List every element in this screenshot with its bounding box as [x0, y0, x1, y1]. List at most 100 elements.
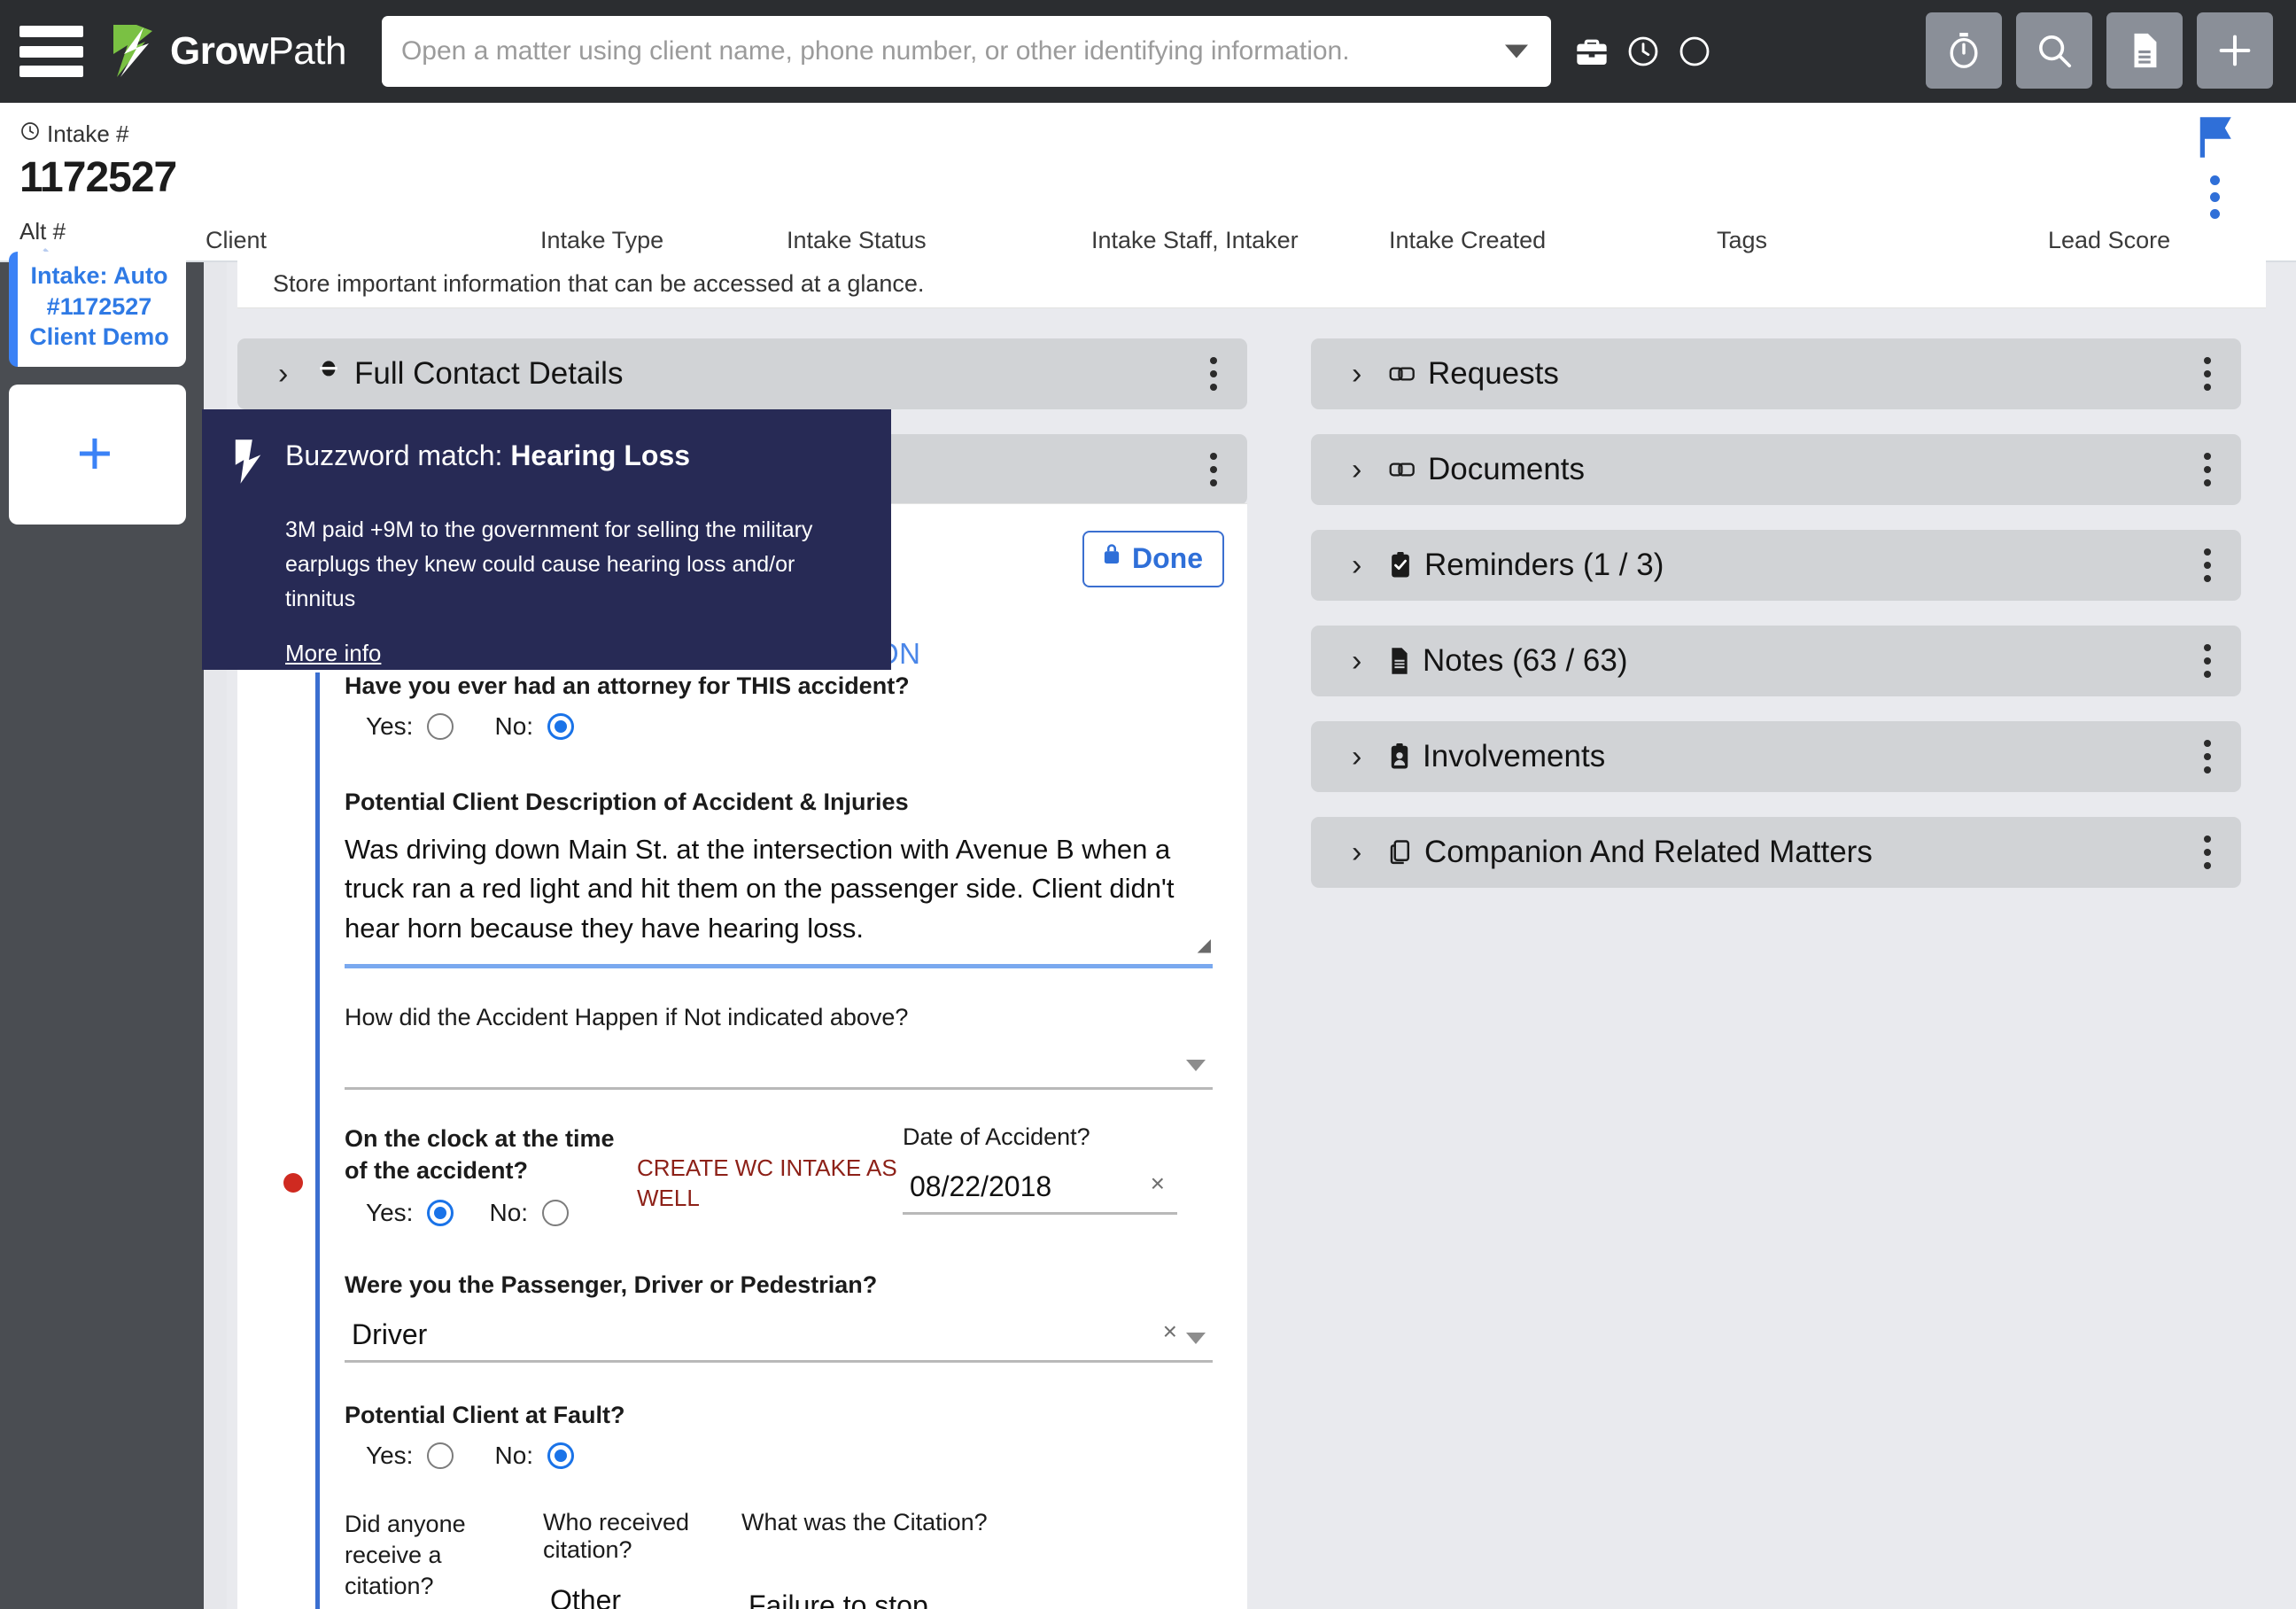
clear-role-icon[interactable]: ×	[1163, 1318, 1177, 1346]
nav-action-buttons	[1926, 12, 2273, 89]
row-citation: Did anyone receive a citation? YES × Who…	[345, 1509, 1229, 1609]
infobar-label-intake-type: Intake Type	[540, 227, 664, 253]
radio-attorney-no[interactable]: No:	[494, 712, 575, 741]
infobar-label-intake-status: Intake Status	[787, 227, 927, 253]
panel-overflow-menu-icon-involvements[interactable]	[2204, 740, 2211, 773]
plus-icon[interactable]	[2197, 12, 2273, 89]
buzzword-tooltip-more-info-link[interactable]: More info	[285, 640, 381, 667]
chevron-right-icon-involvements: ›	[1352, 739, 1362, 773]
radio-onclock-no[interactable]: No:	[489, 1199, 570, 1227]
search-input[interactable]	[381, 16, 1551, 87]
circle-icon[interactable]	[1675, 32, 1714, 71]
label-how-accident-happened: How did the Accident Happen if Not indic…	[345, 1003, 909, 1030]
required-field-indicator	[283, 1173, 303, 1193]
label-client-at-fault: Potential Client at Fault?	[345, 1402, 625, 1429]
panel-documents: › Documents	[1311, 434, 2241, 505]
copy-icon	[1389, 839, 1412, 866]
dropdown-who-citation-value: Other Driver(s)	[550, 1584, 622, 1609]
radio-attorney-yes[interactable]: Yes:	[366, 712, 454, 741]
dropdown-role-value: Driver	[352, 1318, 428, 1351]
stopwatch-icon[interactable]	[1926, 12, 2002, 89]
label-accident-description: Potential Client Description of Accident…	[345, 789, 909, 815]
add-matter-tab-button[interactable]: +	[9, 385, 186, 525]
infobar-label-intake-created: Intake Created	[1389, 227, 1547, 253]
flag-icon[interactable]	[2199, 115, 2236, 164]
label-who-received-citation: Who received citation?	[543, 1509, 690, 1564]
search-dropdown-caret-icon[interactable]	[1504, 44, 1528, 58]
textarea-accident-description[interactable]: Was driving down Main St. at the interse…	[345, 830, 1213, 968]
panel-overflow-menu-icon-requests[interactable]	[2204, 357, 2211, 391]
matter-tab-active[interactable]: Intake: Auto #1172527 Client Demo	[9, 252, 186, 367]
label-on-the-clock: On the clock at the time of the accident…	[345, 1124, 615, 1184]
input-date-of-accident[interactable]: 08/22/2018 ×	[903, 1156, 1177, 1215]
radio-onclock-yes[interactable]: Yes:	[366, 1199, 454, 1227]
panel-header-reminders[interactable]: › Reminders (1 / 3)	[1311, 530, 2241, 601]
panel-header-full-contact-details[interactable]: › Full Contact Details	[237, 338, 1247, 409]
panel-overflow-menu-icon[interactable]	[1210, 357, 1217, 391]
radio-group-attorney: Yes: No:	[366, 712, 1229, 741]
lightning-bolt-icon	[232, 439, 266, 490]
person-badge-icon	[315, 359, 342, 389]
global-search-container[interactable]	[381, 16, 1551, 87]
panel-overflow-menu-icon-secondary[interactable]	[1210, 453, 1217, 486]
textarea-resize-handle-icon[interactable]: ◢	[1198, 933, 1211, 959]
radio-onclock-no-input[interactable]	[542, 1200, 570, 1227]
intake-number-label-row: Intake #	[19, 120, 176, 148]
clear-date-icon[interactable]: ×	[1151, 1170, 1165, 1198]
panel-overflow-menu-icon-notes[interactable]	[2204, 644, 2211, 678]
matter-info-bar: Intake # 1172527 Alt # Client Mr. Client…	[0, 103, 2296, 310]
panel-overflow-menu-icon-reminders[interactable]	[2204, 548, 2211, 582]
chevron-down-icon-role[interactable]	[1186, 1333, 1206, 1345]
chevron-right-icon-notes: ›	[1352, 643, 1362, 678]
field-what-was-citation: What was the Citation? Failure to stop	[741, 1509, 1007, 1609]
radio-attorney-yes-input[interactable]	[427, 713, 454, 740]
panel-overflow-menu-icon-companion[interactable]	[2204, 836, 2211, 869]
chevron-right-icon-companion: ›	[1352, 835, 1362, 869]
radio-fault-no[interactable]: No:	[494, 1442, 575, 1470]
panel-header-requests[interactable]: › Requests	[1311, 338, 2241, 409]
label-passenger-driver-pedestrian: Were you the Passenger, Driver or Pedest…	[345, 1271, 878, 1299]
info-notice-text: Store important information that can be …	[237, 260, 2266, 308]
nav-mini-icon-group	[1572, 32, 1714, 71]
radio-fault-yes-input[interactable]	[427, 1442, 454, 1470]
document-icon[interactable]	[2106, 12, 2183, 89]
radio-onclock-yes-input[interactable]	[427, 1200, 454, 1227]
field-attorney-for-accident: Have you ever had an attorney for THIS a…	[345, 672, 1229, 741]
brand-logo[interactable]: GrowPath	[110, 24, 346, 79]
radio-fault-yes[interactable]: Yes:	[366, 1442, 454, 1470]
clock-icon[interactable]	[1624, 32, 1663, 71]
panel-title-reminders: Reminders (1 / 3)	[1424, 548, 1664, 582]
radio-fault-no-input[interactable]	[547, 1442, 575, 1470]
done-button[interactable]: Done	[1082, 531, 1224, 587]
chevron-down-icon[interactable]	[1186, 1059, 1206, 1071]
lock-icon	[1100, 541, 1123, 575]
buzzword-match-tooltip: Buzzword match: Hearing Loss 3M paid +9M…	[202, 409, 891, 670]
briefcase-icon[interactable]	[1572, 32, 1611, 71]
panel-header-notes[interactable]: › Notes (63 / 63)	[1311, 626, 2241, 696]
alt-number-label: Alt #	[19, 218, 66, 245]
infobar-overflow-menu-icon[interactable]	[2210, 175, 2220, 219]
radio-fault-no-label: No:	[494, 1442, 534, 1470]
label-attorney-for-accident: Have you ever had an attorney for THIS a…	[345, 672, 910, 699]
brand-path: Path	[268, 29, 346, 73]
buzzword-tooltip-header: Buzzword match: Hearing Loss	[232, 439, 852, 490]
done-button-row: Done	[1082, 531, 1224, 587]
panel-header-companion-matters[interactable]: › Companion And Related Matters	[1311, 817, 2241, 888]
chevron-right-icon-documents: ›	[1352, 452, 1362, 486]
panel-title-involvements: Involvements	[1423, 739, 1606, 773]
dropdown-role[interactable]: Driver ×	[345, 1304, 1213, 1364]
top-navigation-bar: GrowPath	[0, 0, 2296, 103]
dropdown-how-accident-happened[interactable]	[345, 1031, 1213, 1090]
panel-overflow-menu-icon-documents[interactable]	[2204, 453, 2211, 486]
radio-attorney-no-input[interactable]	[547, 713, 575, 740]
panel-header-documents[interactable]: › Documents	[1311, 434, 2241, 505]
note-icon	[1389, 647, 1410, 675]
matter-tab-rail: Intake: Auto #1172527 Client Demo +	[0, 252, 204, 1609]
app-root: GrowPath Open a matter using client name…	[0, 0, 2296, 1609]
search-icon[interactable]	[2016, 12, 2092, 89]
buzzword-tooltip-title: Buzzword match: Hearing Loss	[285, 439, 690, 490]
hamburger-menu-icon[interactable]	[19, 26, 83, 77]
input-what-citation[interactable]: Failure to stop	[741, 1582, 1007, 1609]
panel-header-involvements[interactable]: › Involvements	[1311, 721, 2241, 792]
input-what-citation-line: Failure to stop	[741, 1582, 1007, 1609]
